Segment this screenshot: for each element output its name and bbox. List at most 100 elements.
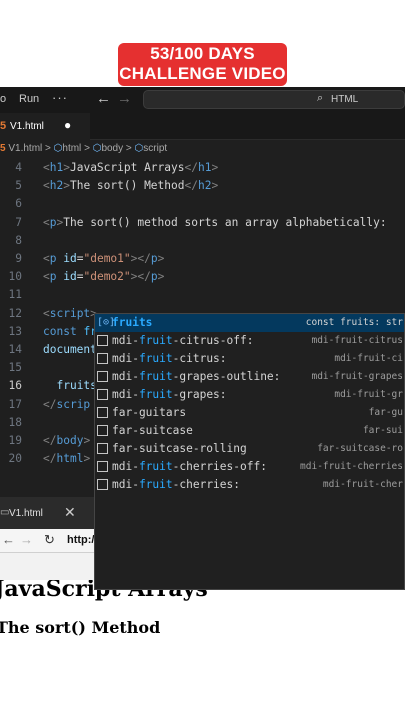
search-icon: ⌕ (317, 92, 324, 104)
unsaved-dot-icon[interactable]: ● (64, 118, 71, 132)
reload-icon[interactable]: ↻ (44, 532, 55, 548)
suggestion-detail: far-gu (368, 407, 403, 418)
line-number: 7 (15, 215, 22, 229)
browser-tab-label: V1.html (9, 508, 43, 519)
code-line[interactable]: 8 (0, 232, 405, 250)
code-line[interactable]: 7 <p>The sort() method sorts an array alp… (0, 214, 405, 232)
code-text: </html> (43, 452, 91, 466)
suggestion-detail: mdi-fruit-citrus (311, 335, 403, 346)
line-number: 4 (15, 161, 22, 174)
suggestion-label: mdi-fruit-grapes-outline: (112, 370, 281, 383)
suggestion-detail: const fruits: str (305, 317, 403, 328)
tab-bar: 5 V1.html ● (0, 113, 405, 140)
address-bar[interactable]: http:/ (67, 534, 94, 546)
line-number: 12 (8, 306, 22, 320)
search-text: HTML (331, 94, 359, 105)
suggestion-item[interactable]: mdi-fruit-cherries-off: mdi-fruit-cherrie… (95, 458, 404, 476)
suggestion-label: mdi-fruit-cherries-off: (112, 460, 267, 473)
snippet-icon (97, 479, 108, 490)
code-text: <script> (43, 306, 97, 320)
navigation: ← → (96, 90, 132, 107)
element-icon: ⬡ (134, 143, 144, 154)
code-text: <p id="demo1"></p> (43, 252, 165, 265)
suggestion-item[interactable]: mdi-fruit-grapes: mdi-fruit-gr (95, 386, 404, 404)
page-heading-2: The sort() Method (0, 618, 161, 637)
line-number: 18 (8, 415, 22, 429)
breadcrumb: 5 V1.html > ⬡html > ⬡body > ⬡script (0, 143, 168, 154)
code-text: </scrip (43, 397, 91, 411)
caption-line-1: 53/100 DAYS (150, 44, 255, 63)
caption-line-2: CHALLENGE VIDEO (119, 64, 286, 83)
tab-v1-html[interactable]: 5 V1.html ● (0, 113, 90, 140)
line-number: 11 (8, 288, 22, 302)
code-line[interactable]: 9 <p id="demo1"></p> (0, 250, 405, 268)
code-line[interactable]: 5 <h2>The sort() Method</h2> (0, 177, 405, 195)
suggestion-label: far-guitars (112, 406, 187, 419)
autocomplete-popup: [⊙] fruits const fruits: str mdi-fruit-citr… (94, 313, 405, 590)
html5-icon: 5 (0, 143, 6, 154)
suggestion-detail: mdi-fruit-cherries (300, 461, 403, 472)
suggestion-item[interactable]: far-suitcase far-sui (95, 422, 404, 440)
suggestion-item[interactable]: mdi-fruit-citrus: mdi-fruit-ci (95, 350, 404, 368)
line-number: 19 (8, 434, 22, 447)
line-number: 13 (8, 324, 22, 338)
command-search-box[interactable]: ⌕ HTML (143, 90, 405, 109)
more-icon[interactable]: ··· (52, 90, 68, 105)
code-text: <p>The sort() method sorts an array alph… (43, 215, 387, 229)
code-text: fruits (56, 379, 97, 393)
code-line[interactable]: 6 (0, 195, 405, 213)
menu-fragment[interactable]: o (0, 93, 6, 105)
browser-tab[interactable]: ▭ V1.html ✕ (0, 497, 95, 529)
code-line[interactable]: 4 <h1>JavaScript Arrays</h1> (0, 159, 405, 177)
suggestion-item[interactable]: far-suitcase-rolling far-suitcase-ro (95, 440, 404, 458)
snippet-icon (97, 443, 108, 454)
snippet-icon (97, 353, 108, 364)
code-text: <h2>The sort() Method</h2> (43, 179, 219, 193)
suggestion-label: mdi-fruit-cherries: (112, 478, 240, 491)
snippet-icon (97, 371, 108, 382)
line-number: 8 (15, 233, 22, 247)
suggestion-detail: mdi-fruit-cher (322, 479, 403, 490)
snippet-icon (97, 407, 108, 418)
suggestion-detail: far-suitcase-ro (317, 443, 403, 454)
snippet-icon (97, 389, 108, 400)
code-line[interactable]: 10 <p id="demo2"></p> (0, 268, 405, 286)
snippet-icon (97, 425, 108, 436)
suggestion-detail: far-sui (362, 425, 403, 436)
breadcrumb-file[interactable]: V1.html (8, 143, 42, 154)
line-number: 20 (8, 452, 22, 466)
code-line[interactable]: 11 (0, 286, 405, 304)
suggestion-label: far-suitcase-rolling (112, 442, 247, 455)
title-bar: o Run ··· ← → ⌕ HTML (0, 87, 405, 113)
caption-badge: 53/100 DAYS CHALLENGE VIDEO (118, 43, 287, 86)
close-icon[interactable]: ✕ (64, 504, 76, 521)
forward-arrow-icon[interactable]: → (117, 90, 132, 107)
line-number: 16 (8, 379, 22, 393)
back-arrow-icon[interactable]: ← (96, 90, 111, 107)
run-menu[interactable]: Run (19, 93, 39, 105)
code-text: <h1>JavaScript Arrays</h1> (43, 161, 219, 174)
suggestion-detail: mdi-fruit-gr (334, 389, 403, 400)
snippet-icon (97, 461, 108, 472)
line-number: 14 (8, 343, 22, 356)
suggestion-label: fruits (112, 316, 153, 329)
line-number: 17 (8, 397, 22, 411)
suggestion-item[interactable]: far-guitars far-gu (95, 404, 404, 422)
suggestion-label: far-suitcase (112, 424, 193, 437)
suggestion-label: mdi-fruit-grapes: (112, 388, 227, 401)
line-number: 6 (15, 197, 22, 211)
breadcrumb-script[interactable]: script (143, 143, 167, 154)
html5-icon: 5 (0, 120, 7, 132)
suggestion-detail: mdi-fruit-grapes (311, 371, 403, 382)
tab-label: V1.html (10, 121, 44, 132)
suggestion-item[interactable]: mdi-fruit-cherries: mdi-fruit-cher (95, 476, 404, 494)
suggestion-item[interactable]: [⊙] fruits const fruits: str (95, 314, 404, 332)
suggestion-label: mdi-fruit-citrus: (112, 352, 227, 365)
breadcrumb-html[interactable]: html (62, 143, 81, 154)
suggestion-item[interactable]: mdi-fruit-grapes-outline: mdi-fruit-grape… (95, 368, 404, 386)
forward-arrow-icon[interactable]: → (20, 532, 33, 547)
suggestion-label: mdi-fruit-citrus-off: (112, 334, 254, 347)
breadcrumb-body[interactable]: body (101, 143, 123, 154)
back-arrow-icon[interactable]: ← (2, 532, 15, 547)
suggestion-item[interactable]: mdi-fruit-citrus-off: mdi-fruit-citrus (95, 332, 404, 350)
